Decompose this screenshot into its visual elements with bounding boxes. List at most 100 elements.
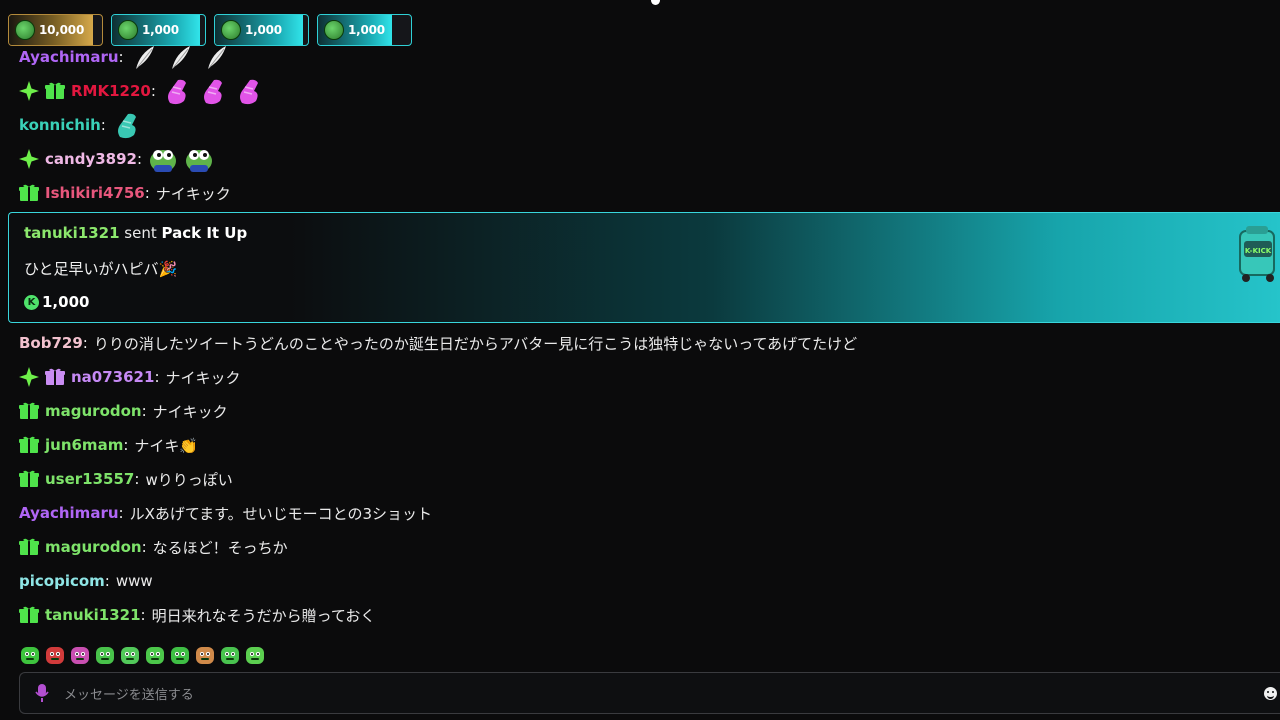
gift-amount-value: 1,000 bbox=[42, 293, 90, 311]
chat-input-box[interactable]: メッセージを送信する bbox=[19, 672, 1280, 714]
username-separator: : bbox=[134, 470, 140, 488]
username-separator: : bbox=[141, 402, 147, 420]
pepe-emote bbox=[148, 145, 178, 173]
skull-emote[interactable] bbox=[70, 645, 90, 665]
chat-username[interactable]: Ayachimaru bbox=[19, 504, 119, 522]
gifter-avatar bbox=[15, 20, 35, 40]
sleepy-emote[interactable] bbox=[95, 645, 115, 665]
sparkle-badge-icon bbox=[19, 81, 39, 101]
username-separator: : bbox=[150, 82, 156, 100]
chat-username[interactable]: na073621 bbox=[71, 368, 154, 386]
chat-username[interactable]: konnichih bbox=[19, 116, 101, 134]
gift-badge-icon bbox=[19, 436, 39, 454]
feather-emote bbox=[166, 43, 196, 71]
chat-username[interactable]: candy3892 bbox=[45, 150, 137, 168]
teal-shoe-emote bbox=[112, 111, 142, 139]
chat-message-text: なるほど！そっちか bbox=[152, 538, 288, 557]
chat-message: jun6mam: ナイキ👏 bbox=[19, 432, 198, 458]
chat-message: user13557: wりりっぽい bbox=[19, 466, 233, 492]
gift-sender-username[interactable]: tanuki1321 bbox=[24, 224, 120, 242]
chat-username[interactable]: picopicom bbox=[19, 572, 105, 590]
username-separator: : bbox=[100, 116, 106, 134]
gifter-avatar bbox=[118, 20, 138, 40]
feather-emote bbox=[130, 43, 160, 71]
chat-username[interactable]: magurodon bbox=[45, 402, 142, 420]
chat-username[interactable]: Ayachimaru bbox=[19, 48, 119, 66]
username-separator: : bbox=[141, 538, 147, 556]
mushroom-emote[interactable] bbox=[120, 645, 140, 665]
chat-username[interactable]: jun6mam bbox=[45, 436, 123, 454]
chat-input-placeholder[interactable]: メッセージを送信する bbox=[64, 684, 194, 703]
chat-message: RMK1220: bbox=[19, 77, 264, 105]
gift-badge-icon bbox=[19, 402, 39, 420]
kick-coin-icon: K bbox=[24, 294, 39, 310]
gift-sent-word: sent bbox=[124, 224, 157, 242]
username-separator: : bbox=[82, 334, 88, 352]
gift-badge-icon bbox=[19, 538, 39, 556]
chat-username[interactable]: user13557 bbox=[45, 470, 134, 488]
pinned-gift-amount: 1,000 bbox=[245, 23, 282, 37]
chat-message-text: ナイキック bbox=[155, 184, 231, 203]
gift-badge-icon bbox=[19, 184, 39, 202]
gift-badge-icon bbox=[19, 470, 39, 488]
ghost-emote[interactable] bbox=[170, 645, 190, 665]
svg-text:K-KICK: K-KICK bbox=[1245, 247, 1272, 255]
pinned-gift-pill[interactable]: 1,000 bbox=[214, 14, 309, 46]
pinned-gift-bar: 10,000 1,000 1,000 1,000 bbox=[8, 14, 412, 46]
chat-username[interactable]: Bob729 bbox=[19, 334, 83, 352]
gift-card-header: tanuki1321 sent Pack It Up bbox=[24, 224, 247, 242]
username-separator: : bbox=[136, 150, 143, 168]
trophy-emote[interactable] bbox=[20, 645, 40, 665]
chat-username[interactable]: tanuki1321 bbox=[45, 606, 141, 624]
chat-message-text: りりの消したツイートうどんのことやったのか誕生日だからアバター見に行こうは独特じ… bbox=[93, 334, 858, 353]
username-separator: : bbox=[123, 436, 129, 454]
chat-message: Ayachimaru: bbox=[19, 44, 232, 70]
angry-emote[interactable] bbox=[45, 645, 65, 665]
pink-shoe-emote bbox=[234, 77, 264, 105]
chat-message: konnichih: bbox=[19, 111, 142, 139]
chat-message: magurodon: なるほど！そっちか bbox=[19, 534, 288, 560]
username-separator: : bbox=[104, 572, 110, 590]
chat-message: picopicom: www bbox=[19, 568, 153, 594]
chat-message-text: ナイキック bbox=[165, 368, 241, 387]
burger-emote[interactable] bbox=[195, 645, 215, 665]
gift-announcement-card: tanuki1321 sent Pack It Up ひと足早いがハピバ🎉 K … bbox=[8, 212, 1280, 323]
emoji-picker-icon[interactable] bbox=[1264, 687, 1277, 700]
gift-card-message: ひと足早いがハピバ🎉 bbox=[24, 260, 178, 278]
gift-badge-icon bbox=[45, 82, 65, 100]
username-separator: : bbox=[140, 606, 146, 624]
chat-username[interactable]: magurodon bbox=[45, 538, 142, 556]
pink-shoe-emote bbox=[198, 77, 228, 105]
chat-message-text: ルXあげてます。せいじモーコとの3ショット bbox=[129, 504, 432, 523]
chat-message: magurodon: ナイキック bbox=[19, 398, 228, 424]
chat-message: Bob729: りりの消したツイートうどんのことやったのか誕生日だからアバター見に… bbox=[19, 330, 857, 356]
smirk-emote[interactable] bbox=[245, 645, 265, 665]
chat-message: candy3892: bbox=[19, 146, 214, 172]
chat-message-text: ナイキ👏 bbox=[134, 436, 199, 455]
chat-username[interactable]: RMK1220 bbox=[71, 82, 151, 100]
quick-emote-bar bbox=[20, 645, 265, 665]
gifter-avatar bbox=[324, 20, 344, 40]
slime-emote[interactable] bbox=[220, 645, 240, 665]
pinned-gift-amount: 1,000 bbox=[142, 23, 179, 37]
chat-message-text: ナイキック bbox=[152, 402, 228, 421]
microphone-icon[interactable] bbox=[34, 683, 50, 703]
pinned-gift-pill[interactable]: 10,000 bbox=[8, 14, 103, 46]
sparkle-badge-icon bbox=[19, 149, 39, 169]
pinned-gift-pill[interactable]: 1,000 bbox=[317, 14, 412, 46]
chat-username[interactable]: Ishikiri4756 bbox=[45, 184, 145, 202]
pinned-gift-pill[interactable]: 1,000 bbox=[111, 14, 206, 46]
pinned-gift-amount: 1,000 bbox=[348, 23, 385, 37]
sparkle-badge-icon bbox=[19, 367, 39, 387]
pink-shoe-emote bbox=[162, 77, 192, 105]
gift-badge-icon bbox=[45, 368, 65, 386]
chat-message: na073621: ナイキック bbox=[19, 364, 241, 390]
username-separator: : bbox=[118, 48, 124, 66]
gift-item-name: Pack It Up bbox=[161, 224, 248, 242]
blob-emote[interactable] bbox=[145, 645, 165, 665]
chat-message: tanuki1321: 明日来れなそうだから贈っておく bbox=[19, 602, 375, 628]
chat-message: Ishikiri4756: ナイキック bbox=[19, 180, 231, 206]
username-separator: : bbox=[144, 184, 150, 202]
stream-position-marker bbox=[651, 0, 660, 5]
pepe-emote bbox=[184, 145, 214, 173]
